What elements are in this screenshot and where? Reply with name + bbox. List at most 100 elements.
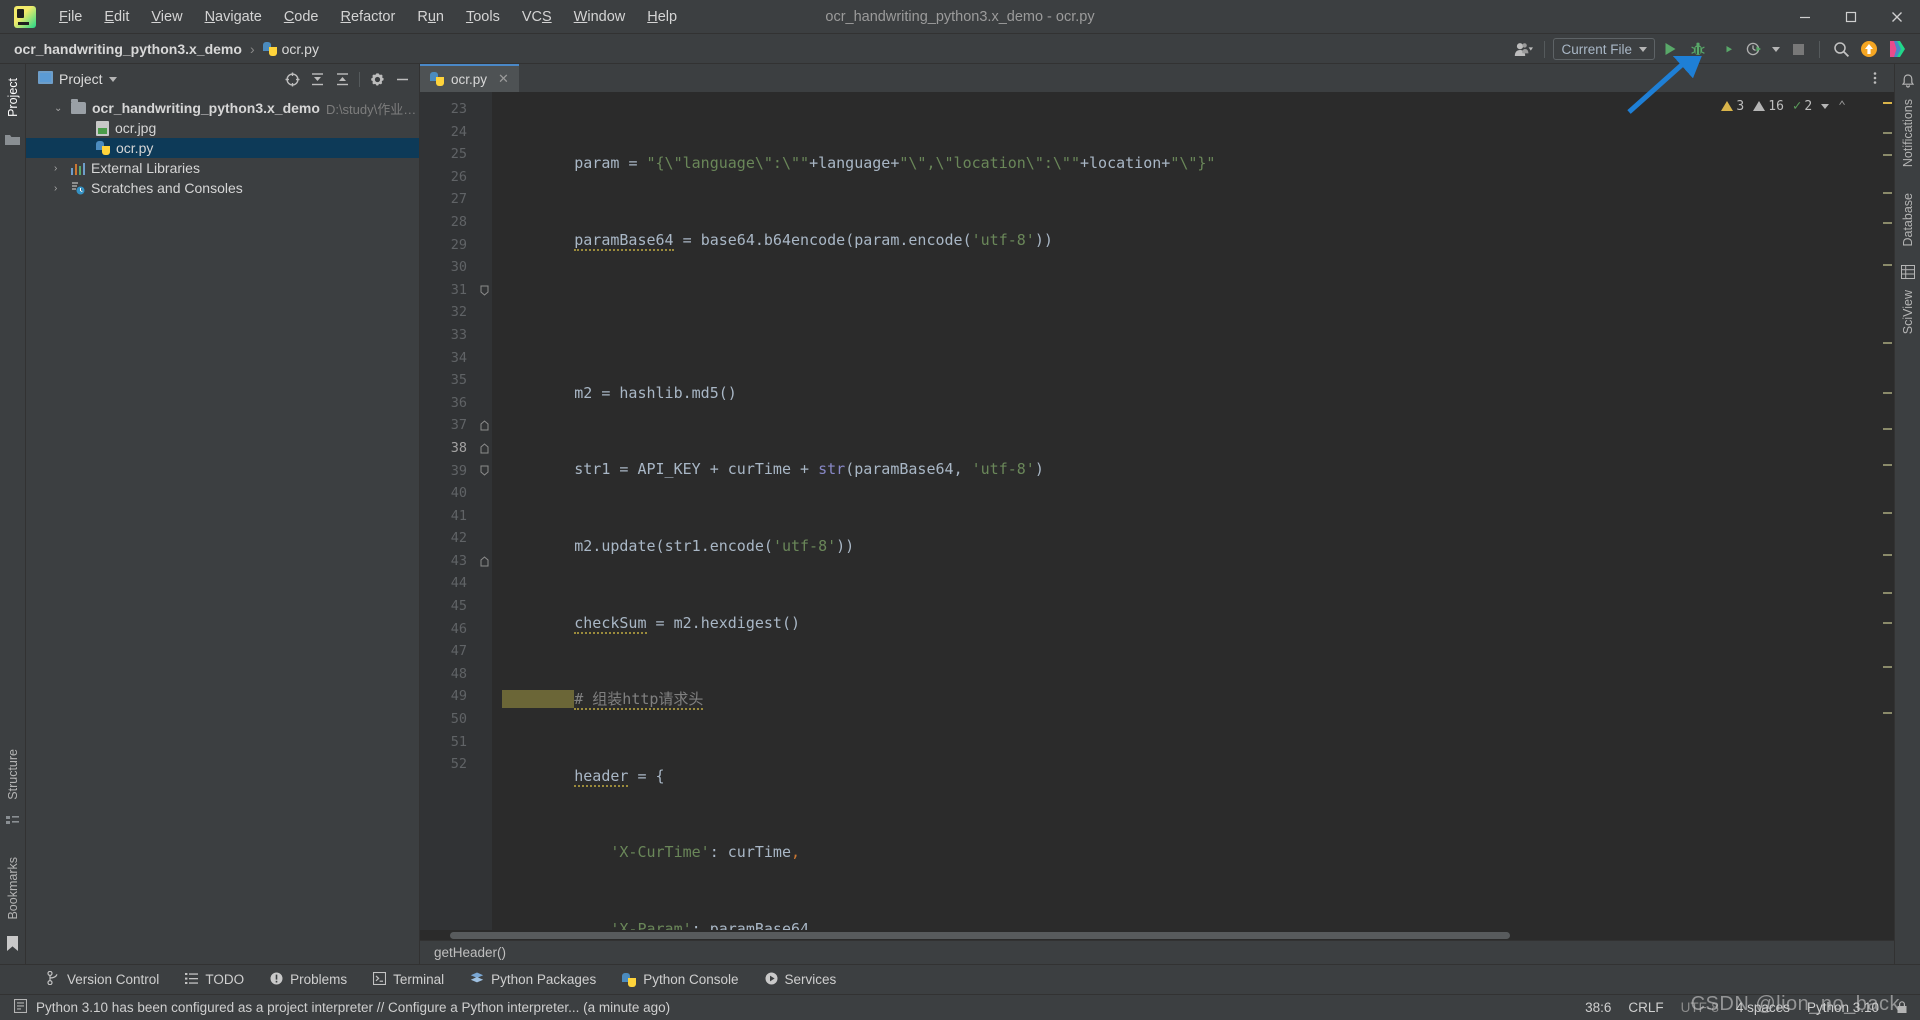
line-number[interactable]: 32 <box>420 301 476 324</box>
code-line[interactable]: paramBase64 = base64.b64encode(param.enc… <box>492 229 1880 252</box>
menu-vcs[interactable]: VCS <box>511 5 563 29</box>
menu-window[interactable]: Window <box>563 5 637 29</box>
code-line[interactable]: param = "{\"language\":\""+language+"\",… <box>492 152 1880 175</box>
fold-marker-icon[interactable] <box>476 414 492 437</box>
line-number[interactable]: 45 <box>420 595 476 618</box>
code-line[interactable] <box>492 305 1880 328</box>
tool-button-terminal[interactable]: Terminal <box>360 969 457 991</box>
code-line[interactable]: checkSum = m2.hexdigest() <box>492 612 1880 635</box>
typos-count[interactable]: ✓ 2 <box>1793 98 1812 114</box>
profile-button[interactable] <box>1741 37 1767 61</box>
line-number[interactable]: 52 <box>420 753 476 776</box>
line-number[interactable]: 37 <box>420 414 476 437</box>
hide-window-icon[interactable] <box>391 68 413 90</box>
inspection-summary[interactable]: 3 16 ✓ 2 ⌃ <box>1721 98 1846 114</box>
line-separator[interactable]: CRLF <box>1628 1000 1663 1015</box>
menu-file[interactable]: File <box>48 5 93 29</box>
tree-item-external-libraries[interactable]: › External Libraries <box>26 158 419 178</box>
status-message[interactable]: Python 3.10 has been configured as a pro… <box>36 1000 670 1015</box>
line-number[interactable]: 25 <box>420 143 476 166</box>
line-number[interactable]: 43 <box>420 550 476 573</box>
folder-icon[interactable] <box>5 133 20 149</box>
fold-marker-icon[interactable] <box>476 437 492 460</box>
line-number[interactable]: 49 <box>420 685 476 708</box>
tab-ocr-py[interactable]: ocr.py ✕ <box>420 64 519 92</box>
tool-button-python-console[interactable]: Python Console <box>609 969 751 990</box>
code-line[interactable]: m2 = hashlib.md5() <box>492 382 1880 405</box>
line-number[interactable]: 23 <box>420 98 476 121</box>
close-icon[interactable]: ✕ <box>498 71 509 87</box>
breadcrumb-file[interactable]: ocr.py <box>262 41 319 57</box>
code-line[interactable]: 'X-Param': paramBase64, <box>492 918 1880 930</box>
notifications-icon[interactable] <box>1901 74 1915 91</box>
tree-item-ocr-py[interactable]: ocr.py <box>26 138 419 158</box>
bookmark-icon[interactable] <box>7 936 18 954</box>
python-interpreter[interactable]: Python 3.10 <box>1807 1000 1879 1015</box>
editor-horizontal-scrollbar[interactable] <box>420 930 1894 940</box>
chevron-down-icon[interactable] <box>1769 37 1783 61</box>
line-number[interactable]: 26 <box>420 166 476 189</box>
tree-item-project-root[interactable]: ⌄ ocr_handwriting_python3.x_demo D:\stud… <box>26 98 419 118</box>
update-project-icon[interactable] <box>1856 37 1882 61</box>
warnings-count[interactable]: 3 <box>1721 99 1744 114</box>
tool-button-todo[interactable]: TODO <box>172 969 257 991</box>
line-number[interactable]: 35 <box>420 369 476 392</box>
tool-button-version-control[interactable]: Version Control <box>34 968 172 991</box>
chevron-down-icon[interactable] <box>1821 103 1830 109</box>
collapse-all-icon[interactable] <box>331 68 353 90</box>
file-encoding[interactable]: UTF-8 <box>1681 1000 1719 1015</box>
sidebar-item-structure[interactable]: Structure <box>4 741 22 808</box>
line-number[interactable]: 40 <box>420 482 476 505</box>
indent-setting[interactable]: 4 spaces <box>1736 1000 1790 1015</box>
tool-button-services[interactable]: Services <box>752 969 850 991</box>
menu-code[interactable]: Code <box>273 5 330 29</box>
chevron-right-icon[interactable]: › <box>54 183 65 194</box>
menu-run[interactable]: Run <box>406 5 455 29</box>
line-number[interactable]: 28 <box>420 211 476 234</box>
code-editor[interactable]: param = "{\"language\":\""+language+"\",… <box>492 92 1880 930</box>
user-account-icon[interactable] <box>1510 37 1536 61</box>
menu-navigate[interactable]: Navigate <box>194 5 273 29</box>
sidebar-item-database[interactable]: Database <box>1899 185 1917 255</box>
sidebar-item-bookmarks[interactable]: Bookmarks <box>4 849 22 928</box>
weak-warnings-count[interactable]: 16 <box>1753 99 1784 114</box>
tree-item-ocr-jpg[interactable]: ocr.jpg <box>26 118 419 138</box>
gear-icon[interactable] <box>366 68 388 90</box>
line-number[interactable]: 42 <box>420 527 476 550</box>
run-configuration-selector[interactable]: Current File <box>1553 38 1655 60</box>
line-number[interactable]: 38 <box>420 437 476 460</box>
editor-marker-bar[interactable] <box>1880 92 1894 930</box>
menu-tools[interactable]: Tools <box>455 5 511 29</box>
line-number[interactable]: 44 <box>420 572 476 595</box>
code-line[interactable]: str1 = API_KEY + curTime + str(paramBase… <box>492 458 1880 481</box>
tool-button-python-packages[interactable]: Python Packages <box>457 969 609 991</box>
code-line[interactable]: 'X-CurTime': curTime, <box>492 841 1880 864</box>
jetbrains-toolbox-icon[interactable] <box>1884 37 1910 61</box>
expand-all-icon[interactable] <box>306 68 328 90</box>
line-number[interactable]: 39 <box>420 460 476 483</box>
editor-breadcrumb[interactable]: getHeader() <box>434 945 506 960</box>
menu-edit[interactable]: Edit <box>93 5 140 29</box>
chevron-down-icon[interactable] <box>108 76 117 82</box>
line-number[interactable]: 48 <box>420 663 476 686</box>
fold-marker-icon[interactable] <box>476 279 492 302</box>
menu-help[interactable]: Help <box>636 5 688 29</box>
sidebar-item-project[interactable]: Project <box>4 70 22 125</box>
structure-icon[interactable] <box>6 815 19 831</box>
sidebar-item-notifications[interactable]: Notifications <box>1899 91 1917 175</box>
line-number[interactable]: 33 <box>420 324 476 347</box>
line-number[interactable]: 27 <box>420 188 476 211</box>
tool-button-problems[interactable]: Problems <box>257 969 360 991</box>
line-number[interactable]: 30 <box>420 256 476 279</box>
maximize-button[interactable] <box>1828 0 1874 34</box>
debug-button[interactable] <box>1685 37 1711 61</box>
line-number[interactable]: 29 <box>420 234 476 257</box>
tree-item-scratches-and-consoles[interactable]: › Scratches and Consoles <box>26 178 419 198</box>
fold-marker-icon[interactable] <box>476 460 492 483</box>
menu-view[interactable]: View <box>140 5 193 29</box>
select-opened-file-icon[interactable] <box>281 68 303 90</box>
run-button[interactable] <box>1657 37 1683 61</box>
line-number[interactable]: 36 <box>420 392 476 415</box>
sidebar-item-sciview[interactable]: SciView <box>1899 282 1917 342</box>
chevron-right-icon[interactable]: › <box>54 163 65 174</box>
